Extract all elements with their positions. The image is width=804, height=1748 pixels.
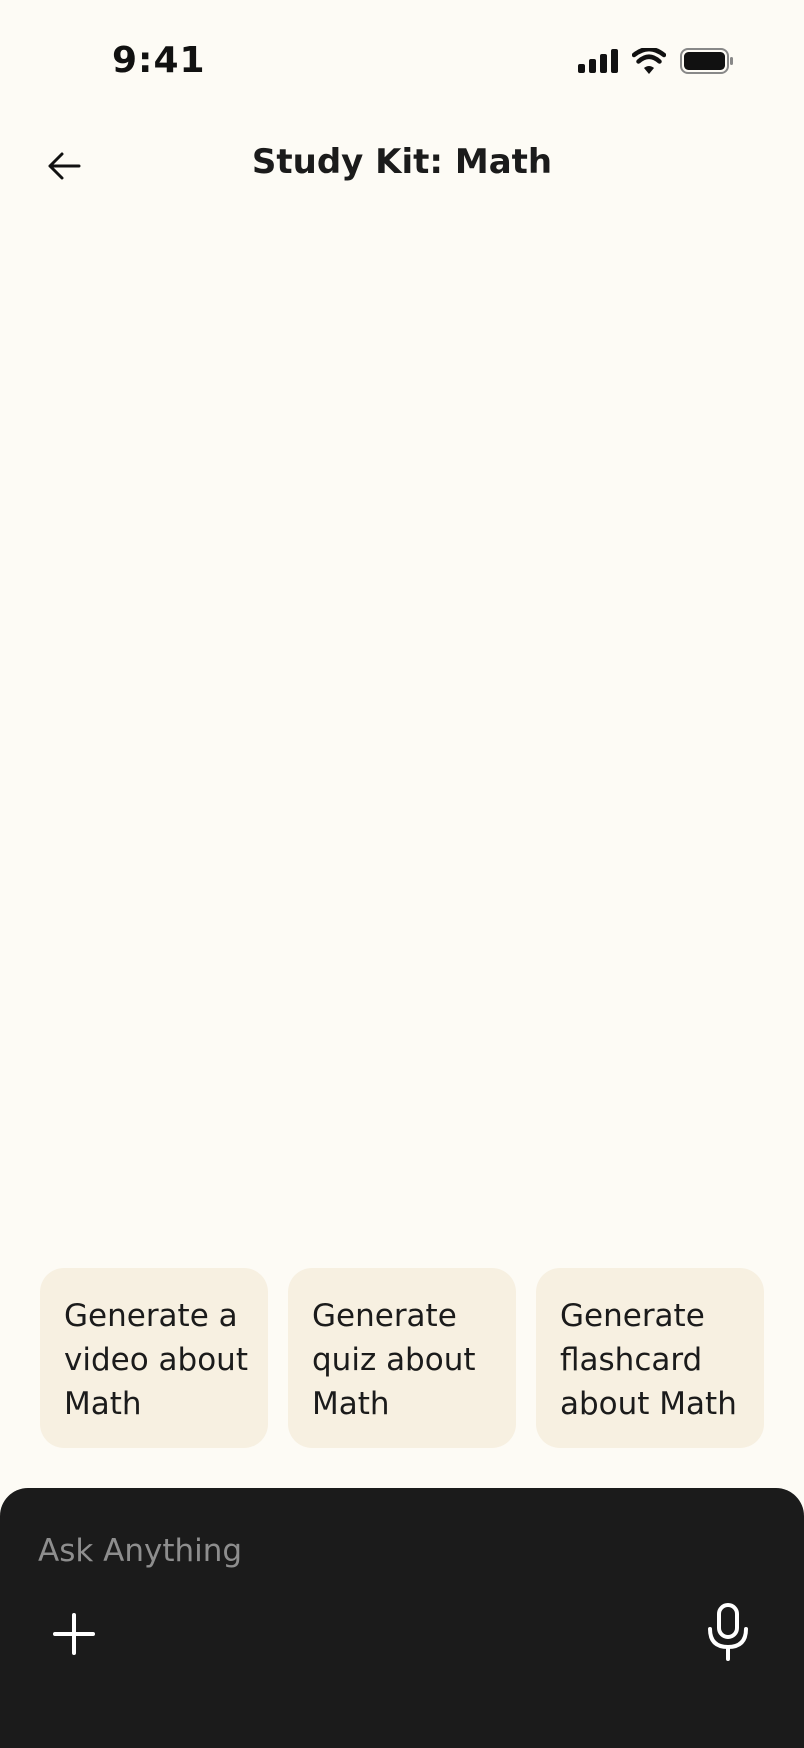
status-bar: 9:41 (0, 0, 804, 120)
wifi-icon (631, 46, 667, 78)
ask-input[interactable] (38, 1528, 738, 1574)
add-attachment-button[interactable] (44, 1606, 104, 1666)
suggestion-generate-flashcard[interactable]: Generate flashcard about Math (536, 1268, 764, 1448)
plus-icon (52, 1612, 96, 1660)
status-time: 9:41 (112, 40, 206, 81)
cellular-signal-icon (578, 49, 618, 77)
microphone-icon (706, 1603, 750, 1665)
chat-composer (0, 1488, 804, 1748)
voice-input-button[interactable] (696, 1598, 760, 1670)
battery-icon (680, 48, 734, 78)
page-title: Study Kit: Math (251, 142, 553, 182)
suggestion-list: Generate a video about Math Generate qui… (40, 1268, 764, 1448)
status-icons (578, 46, 734, 78)
nav-bar: Study Kit: Math (0, 120, 804, 210)
suggestion-generate-video[interactable]: Generate a video about Math (40, 1268, 268, 1448)
suggestion-generate-quiz[interactable]: Generate quiz about Math (288, 1268, 516, 1448)
